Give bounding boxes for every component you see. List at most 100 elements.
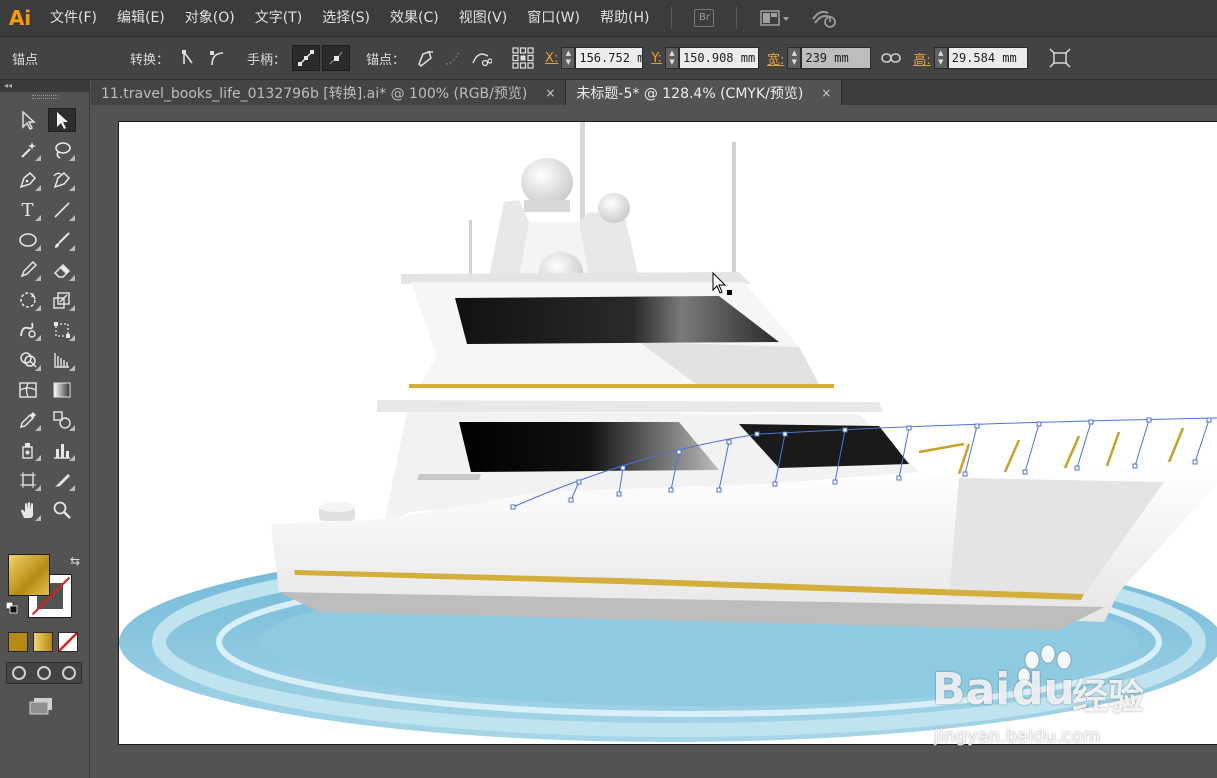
mesh-tool[interactable] bbox=[14, 378, 42, 402]
default-fill-stroke-icon[interactable] bbox=[6, 602, 18, 614]
menu-file[interactable]: 文件(F) bbox=[40, 0, 107, 36]
hand-tool[interactable] bbox=[14, 498, 42, 522]
show-handles-button[interactable] bbox=[292, 45, 321, 71]
arrange-documents-icon bbox=[760, 10, 790, 26]
none-mode-button[interactable] bbox=[58, 632, 78, 652]
selection-tool[interactable] bbox=[14, 108, 42, 132]
line-segment-tool[interactable] bbox=[48, 198, 76, 222]
menu-view[interactable]: 视图(V) bbox=[449, 0, 518, 36]
free-transform-tool[interactable] bbox=[48, 318, 76, 342]
type-icon: T bbox=[21, 199, 34, 221]
lasso-tool[interactable] bbox=[48, 138, 76, 162]
y-stepper[interactable]: ▲ ▼ bbox=[664, 47, 679, 69]
menu-edit[interactable]: 编辑(E) bbox=[107, 0, 175, 36]
pen-icon bbox=[19, 171, 36, 189]
tools-panel-collapse[interactable]: ◂◂ bbox=[0, 80, 89, 92]
fill-color-swatch[interactable] bbox=[8, 554, 50, 596]
line-segment-icon bbox=[53, 202, 70, 218]
artboard-tool[interactable] bbox=[14, 468, 42, 492]
fill-stroke-swatches: ⇆ bbox=[6, 552, 82, 622]
hide-handles-button[interactable] bbox=[322, 45, 351, 71]
scale-tool[interactable] bbox=[48, 288, 76, 312]
menu-object[interactable]: 对象(O) bbox=[175, 0, 245, 36]
screen-mode-icon[interactable] bbox=[28, 696, 56, 716]
tools-panel-grip[interactable] bbox=[0, 92, 89, 102]
perspective-grid-tool[interactable] bbox=[48, 348, 76, 372]
rotate-icon bbox=[19, 292, 36, 308]
bridge-icon: Br bbox=[694, 9, 715, 27]
convert-to-smooth-button[interactable] bbox=[203, 45, 231, 71]
document-tab[interactable]: 11.travel_books_life_0132796b [转换].ai* @… bbox=[91, 80, 567, 105]
connect-anchors-button[interactable] bbox=[439, 45, 467, 71]
pencil-tool[interactable] bbox=[14, 258, 42, 282]
width-stepper[interactable]: ▲ ▼ bbox=[787, 47, 802, 69]
draw-normal-icon[interactable] bbox=[12, 666, 27, 680]
convert-to-corner-button[interactable] bbox=[175, 45, 203, 71]
gradient-icon bbox=[53, 382, 70, 398]
watermark-brand: Bai bbox=[932, 664, 1011, 715]
control-bar: 锚点 转换： 手柄： 锚点： X: ▲▼ 156.752 mm Y: bbox=[0, 36, 1217, 80]
hand-icon bbox=[20, 502, 33, 518]
pen-tool[interactable] bbox=[14, 168, 42, 192]
bow-cleat-top bbox=[319, 502, 355, 512]
slice-tool[interactable] bbox=[48, 468, 76, 492]
selection-arrow-icon bbox=[21, 110, 36, 130]
width-input[interactable]: 239 mm bbox=[801, 47, 872, 69]
transform-panel-button[interactable] bbox=[1046, 45, 1074, 71]
column-graph-tool[interactable] bbox=[48, 438, 76, 462]
radar-dome bbox=[521, 158, 573, 206]
close-tab-icon[interactable]: × bbox=[545, 86, 555, 100]
menu-window[interactable]: 窗口(W) bbox=[517, 0, 590, 36]
rotate-tool[interactable] bbox=[14, 288, 42, 312]
gradient-tool[interactable] bbox=[48, 378, 76, 402]
bridge-button[interactable]: Br bbox=[690, 7, 718, 29]
draw-behind-icon[interactable] bbox=[36, 666, 51, 680]
link-icon bbox=[881, 53, 902, 63]
magic-wand-tool[interactable] bbox=[14, 138, 42, 162]
swap-fill-stroke-icon[interactable]: ⇆ bbox=[70, 554, 80, 568]
direct-selection-tool[interactable] bbox=[47, 108, 76, 132]
blend-tool[interactable] bbox=[48, 408, 76, 432]
reference-point-button[interactable] bbox=[509, 45, 537, 71]
menu-select[interactable]: 选择(S) bbox=[312, 0, 380, 36]
shape-builder-tool[interactable] bbox=[14, 348, 42, 372]
none-slash-icon bbox=[59, 633, 77, 651]
curvature-tool[interactable] bbox=[48, 168, 76, 192]
color-mode-button[interactable] bbox=[8, 632, 28, 652]
constrain-proportions-button[interactable] bbox=[877, 45, 905, 71]
pen-minus-icon bbox=[418, 51, 434, 68]
cut-path-button[interactable] bbox=[467, 45, 495, 71]
height-stepper[interactable]: ▲ ▼ bbox=[933, 47, 948, 69]
x-stepper[interactable]: ▲ ▼ bbox=[561, 47, 576, 69]
zoom-tool[interactable] bbox=[48, 498, 76, 522]
menu-effect[interactable]: 效果(C) bbox=[380, 0, 449, 36]
gold-stripe bbox=[409, 384, 834, 388]
eraser-tool[interactable] bbox=[48, 258, 76, 282]
type-tool[interactable]: T bbox=[14, 198, 42, 222]
connect-anchors-icon bbox=[445, 51, 460, 65]
gpu-performance-button[interactable] bbox=[807, 7, 841, 29]
arrange-documents-button[interactable] bbox=[755, 7, 795, 29]
ellipse-tool[interactable] bbox=[14, 228, 42, 252]
curvature-pen-icon bbox=[52, 171, 70, 189]
x-input[interactable]: 156.752 mm bbox=[575, 47, 644, 69]
document-tab-active[interactable]: 未标题-5* @ 128.4% (CMYK/预览) × bbox=[566, 80, 843, 105]
convert-smooth-icon bbox=[210, 51, 224, 66]
paintbrush-tool[interactable] bbox=[48, 228, 76, 252]
draw-inside-icon[interactable] bbox=[61, 666, 76, 680]
remove-anchor-button[interactable] bbox=[411, 45, 439, 71]
y-input[interactable]: 150.908 mm bbox=[678, 47, 759, 69]
scissors-path-icon bbox=[472, 53, 493, 67]
railing-gold bbox=[918, 427, 1185, 475]
warp-tool[interactable] bbox=[14, 318, 42, 342]
close-tab-icon[interactable]: × bbox=[821, 86, 831, 100]
height-input[interactable]: 29.584 mm bbox=[947, 47, 1028, 69]
menu-help[interactable]: 帮助(H) bbox=[590, 0, 659, 36]
menu-type[interactable]: 文字(T) bbox=[245, 0, 312, 36]
eyedropper-tool[interactable] bbox=[14, 408, 42, 432]
warp-icon bbox=[19, 322, 36, 338]
gradient-mode-button[interactable] bbox=[33, 632, 53, 652]
symbol-sprayer-icon bbox=[21, 443, 33, 459]
symbol-sprayer-tool[interactable] bbox=[14, 438, 42, 462]
color-mode-row bbox=[8, 632, 78, 652]
